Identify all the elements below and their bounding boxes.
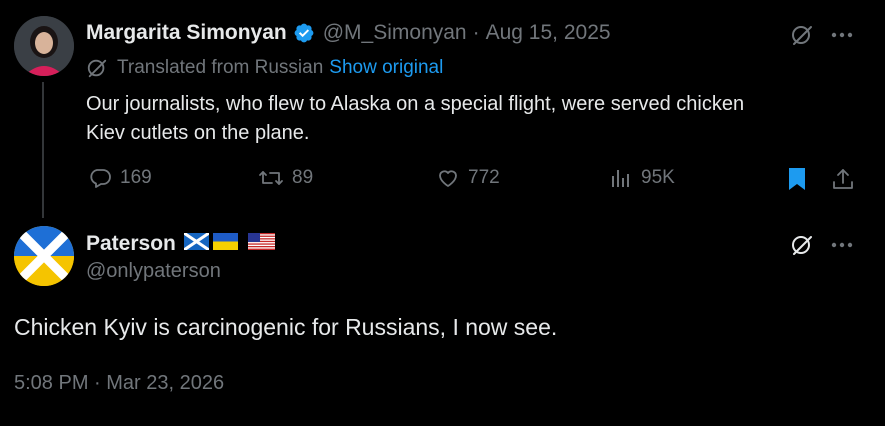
author-name[interactable]: Margarita Simonyan — [86, 21, 287, 45]
tweet2-header: Paterson — [86, 231, 275, 256]
like-icon — [436, 166, 460, 190]
more-icon[interactable] — [828, 231, 856, 259]
repost-icon — [258, 166, 284, 190]
post-timestamp[interactable]: 5:08 PM · Mar 23, 2026 — [14, 372, 224, 395]
share-icon[interactable] — [830, 166, 856, 192]
like-count: 772 — [468, 167, 500, 188]
repost-count: 89 — [292, 167, 314, 188]
grok-icon[interactable] — [788, 231, 816, 259]
tweet1-body: Our journalists, who flew to Alaska on a… — [86, 90, 744, 148]
translated-label: Translated from Russian — [117, 57, 324, 78]
reply-count: 169 — [120, 167, 152, 188]
avatar-margarita[interactable] — [14, 16, 74, 76]
tweet1-text-line: Our journalists, who flew to Alaska on a… — [86, 93, 745, 115]
repost-button[interactable]: 89 — [258, 166, 313, 190]
scotland-flag-icon — [183, 231, 210, 256]
reply-button[interactable]: 169 — [88, 166, 152, 190]
grok-icon[interactable] — [788, 21, 816, 49]
like-button[interactable]: 772 — [436, 166, 500, 190]
translate-icon — [86, 57, 108, 79]
author-handle[interactable]: @M_Simonyan — [323, 21, 467, 45]
post-date[interactable]: Aug 15, 2025 — [486, 21, 611, 45]
tweet2-text: Chicken Kyiv is carcinogenic for Russian… — [14, 314, 558, 340]
views-icon — [609, 166, 633, 190]
tweet1-header: Margarita Simonyan @M_Simonyan · Aug 15,… — [86, 21, 611, 45]
bookmark-icon[interactable] — [784, 166, 810, 192]
separator-dot: · — [472, 21, 480, 44]
author-handle[interactable]: @onlypaterson — [86, 260, 221, 283]
more-icon[interactable] — [828, 21, 856, 49]
tweet1-text-line: Kiev cutlets on the plane. — [86, 122, 310, 144]
author-name[interactable]: Paterson — [86, 232, 176, 256]
usa-flag-icon — [247, 232, 275, 256]
show-original-link[interactable]: Show original — [329, 57, 443, 79]
views-count: 95K — [641, 167, 675, 188]
ukraine-flag-icon — [212, 232, 238, 256]
thread-connector-line — [42, 82, 44, 218]
reply-icon — [88, 166, 112, 190]
views-button[interactable]: 95K — [609, 166, 675, 190]
translation-row: Translated from Russian Show original — [86, 57, 443, 79]
avatar-paterson[interactable] — [14, 226, 74, 286]
verified-badge-icon — [293, 22, 315, 44]
